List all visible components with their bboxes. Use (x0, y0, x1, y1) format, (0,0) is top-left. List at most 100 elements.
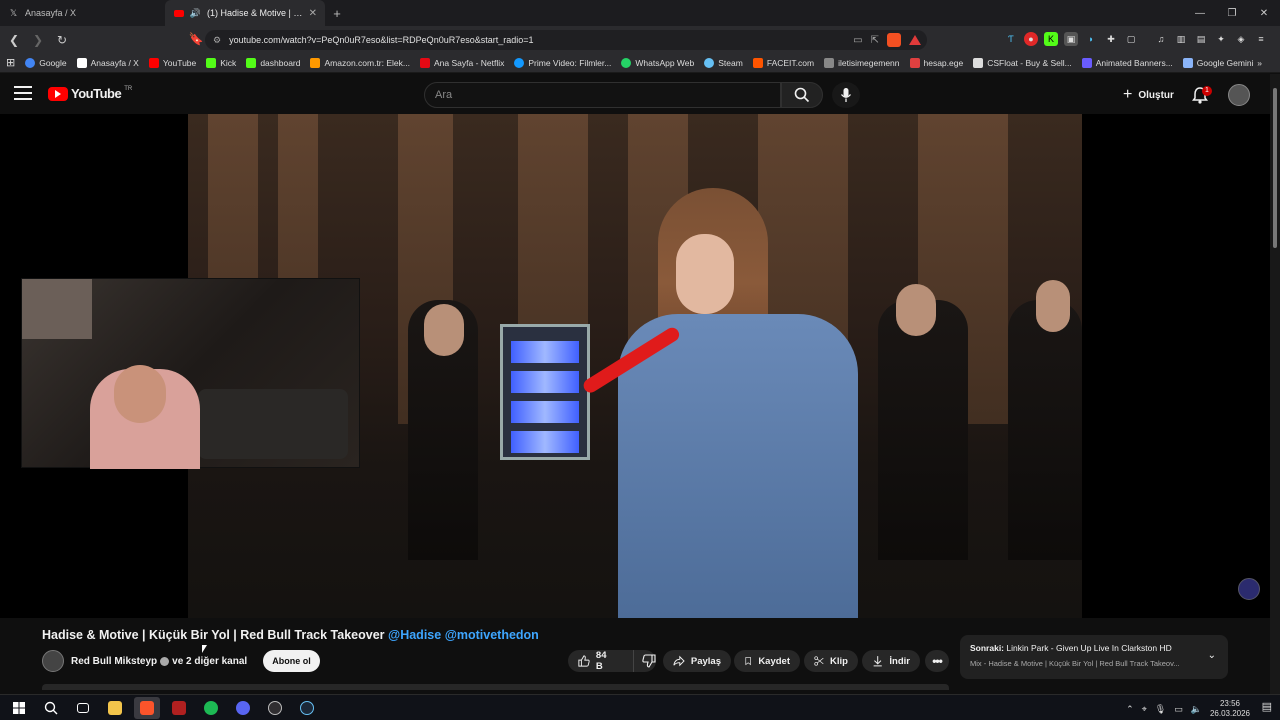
taskbar-clock[interactable]: 23:56 26.03.2026 (1210, 699, 1250, 719)
create-label: Oluştur (1138, 89, 1174, 101)
bookmark-item[interactable]: Steam (704, 57, 743, 68)
description-box[interactable] (42, 684, 949, 690)
audio-ext-icon[interactable]: ◗ (1084, 32, 1098, 46)
spotify-icon[interactable] (198, 697, 224, 719)
forward-icon[interactable]: ❯ (28, 30, 48, 50)
notification-center-icon[interactable]: ▤ (1262, 700, 1272, 713)
bookmark-item[interactable]: Amazon.com.tr: Elek... (310, 57, 410, 68)
menu-icon[interactable]: ≡ (1254, 32, 1268, 46)
search-button[interactable] (781, 82, 823, 108)
volume-icon[interactable]: 🔈 (1191, 704, 1202, 715)
app-icon[interactable] (166, 697, 192, 719)
bookmark-item[interactable]: Prime Video: Filmler... (514, 57, 611, 68)
sidebar-icon[interactable]: ▥ (1174, 32, 1188, 46)
bookmark-item[interactable]: hesap.ege (909, 57, 963, 68)
network-icon[interactable]: ▭ (1174, 704, 1183, 715)
restore-icon[interactable]: ❐ (1216, 0, 1248, 26)
save-button[interactable]: Kaydet (734, 650, 800, 672)
scrollbar-thumb[interactable] (1273, 88, 1277, 248)
clip-button[interactable]: Klip (804, 650, 858, 672)
video-title-text: Hadise & Motive | Küçük Bir Yol | Red Bu… (42, 628, 385, 642)
adblock-ext-icon[interactable]: ● (1024, 32, 1038, 46)
bookmark-item[interactable]: Ana Sayfa - Netflix (419, 57, 504, 68)
windows-start-icon[interactable] (6, 697, 32, 719)
bookmark-icon[interactable]: 🔖 (186, 29, 206, 49)
tray-overflow-icon[interactable]: ⌃ (1126, 704, 1134, 715)
music-ext-icon[interactable]: ♫ (1154, 32, 1168, 46)
wallet-icon[interactable]: ▤ (1194, 32, 1208, 46)
microphone-tray-icon[interactable]: 🎙 (1155, 704, 1166, 715)
bookmark-item[interactable]: FACEIT.com (752, 57, 814, 68)
page-scrollbar[interactable] (1270, 74, 1280, 694)
channel-watermark[interactable] (1238, 578, 1260, 600)
chevron-down-icon[interactable]: ⌄ (1208, 650, 1216, 661)
bookmark-item[interactable]: WhatsApp Web (621, 57, 694, 68)
taskbar-search-icon[interactable] (38, 697, 64, 719)
vpn-icon[interactable]: ◈ (1234, 32, 1248, 46)
new-tab-button[interactable]: + (325, 6, 349, 21)
obs-icon[interactable] (262, 697, 288, 719)
brave-shields-icon[interactable] (887, 33, 901, 47)
screenshot-ext-icon[interactable]: ▢ (1124, 32, 1138, 46)
reload-icon[interactable]: ↻ (52, 30, 72, 50)
share-button[interactable]: Paylaş (663, 650, 731, 672)
brave-rewards-icon[interactable] (909, 35, 921, 45)
tab-x[interactable]: 𝕏 Anasayfa / X (0, 0, 165, 26)
share-icon (673, 655, 685, 667)
menu-icon[interactable] (14, 86, 32, 100)
bookmark-item[interactable]: CSFloat - Buy & Sell... (973, 57, 1072, 68)
task-view-icon[interactable] (70, 697, 96, 719)
more-bookmarks-icon[interactable]: » (1257, 58, 1262, 68)
apps-icon[interactable]: ⊞ (6, 56, 15, 69)
subscribe-button[interactable]: Abone ol (263, 650, 320, 672)
video-player[interactable] (0, 114, 1270, 618)
wallet-ext-icon[interactable]: ▣ (1064, 32, 1078, 46)
more-actions-button[interactable]: ••• (925, 650, 949, 672)
address-bar[interactable]: ⚙ youtube.com/watch?v=PeQn0uR7eso&list=R… (205, 30, 927, 50)
like-button[interactable]: 84 B (578, 650, 613, 672)
create-button[interactable]: + Oluştur (1115, 84, 1182, 106)
brave-browser-icon[interactable] (134, 696, 160, 719)
back-icon[interactable]: ❮ (4, 30, 24, 50)
account-avatar[interactable] (1228, 84, 1250, 106)
steam-icon[interactable] (294, 697, 320, 719)
leo-ai-icon[interactable]: ✦ (1214, 32, 1228, 46)
channel-suffix: ve 2 diğer kanal (172, 656, 248, 667)
translate-ext-icon[interactable]: Ƭ (1004, 32, 1018, 46)
download-button[interactable]: İndir (862, 650, 920, 672)
bookmark-item[interactable]: dashboard (246, 57, 300, 68)
channel-avatar[interactable] (42, 650, 64, 672)
dislike-button[interactable] (633, 650, 656, 672)
mention-link[interactable]: @Hadise (388, 628, 441, 642)
minimize-icon[interactable]: — (1184, 0, 1216, 26)
voice-search-button[interactable] (832, 82, 860, 108)
network-share-icon[interactable]: ⌖ (1142, 704, 1147, 715)
discord-icon[interactable] (230, 697, 256, 719)
site-info-icon[interactable]: ⚙ (213, 35, 221, 46)
country-code: TR (124, 85, 133, 92)
bookmark-item[interactable]: Google Gemini (1182, 57, 1253, 68)
share-icon[interactable]: ⇱ (871, 35, 879, 46)
extensions-bar: Ƭ ● K ▣ ◗ ✚ ▢ ♫ ▥ ▤ ✦ ◈ ≡ (1004, 32, 1268, 46)
search-input[interactable]: Ara (424, 82, 781, 108)
bookmark-item[interactable]: Kick (206, 57, 236, 68)
webcam-person-head (114, 365, 166, 423)
mention-link[interactable]: @motivethedon (445, 628, 539, 642)
cast-icon[interactable]: ▭ (853, 35, 862, 46)
bookmark-item[interactable]: iletisimegemenn (824, 57, 900, 68)
channel-name[interactable]: Red Bull Miksteyp ve 2 diğer kanal (71, 656, 247, 667)
close-icon[interactable]: ✕ (1248, 0, 1280, 26)
download-label: İndir (889, 655, 910, 667)
tab-youtube[interactable]: 🔊 (1) Hadise & Motive | Küçük Bir Yol ✕ (165, 0, 325, 26)
file-explorer-icon[interactable] (102, 697, 128, 719)
close-tab-icon[interactable]: ✕ (309, 8, 317, 19)
youtube-header: YouTube TR Ara + Oluştur (0, 74, 1280, 114)
bookmark-item[interactable]: YouTube (148, 57, 196, 68)
bookmark-item[interactable]: Anasayfa / X (76, 57, 139, 68)
puzzle-ext-icon[interactable]: ✚ (1104, 32, 1118, 46)
youtube-logo[interactable]: YouTube TR (48, 86, 132, 101)
bookmark-item[interactable]: Google (25, 57, 67, 68)
bookmark-item[interactable]: Animated Banners... (1081, 57, 1173, 68)
kick-ext-icon[interactable]: K (1044, 32, 1058, 46)
up-next-card[interactable]: Sonraki: Linkin Park - Given Up Live In … (960, 635, 1228, 679)
